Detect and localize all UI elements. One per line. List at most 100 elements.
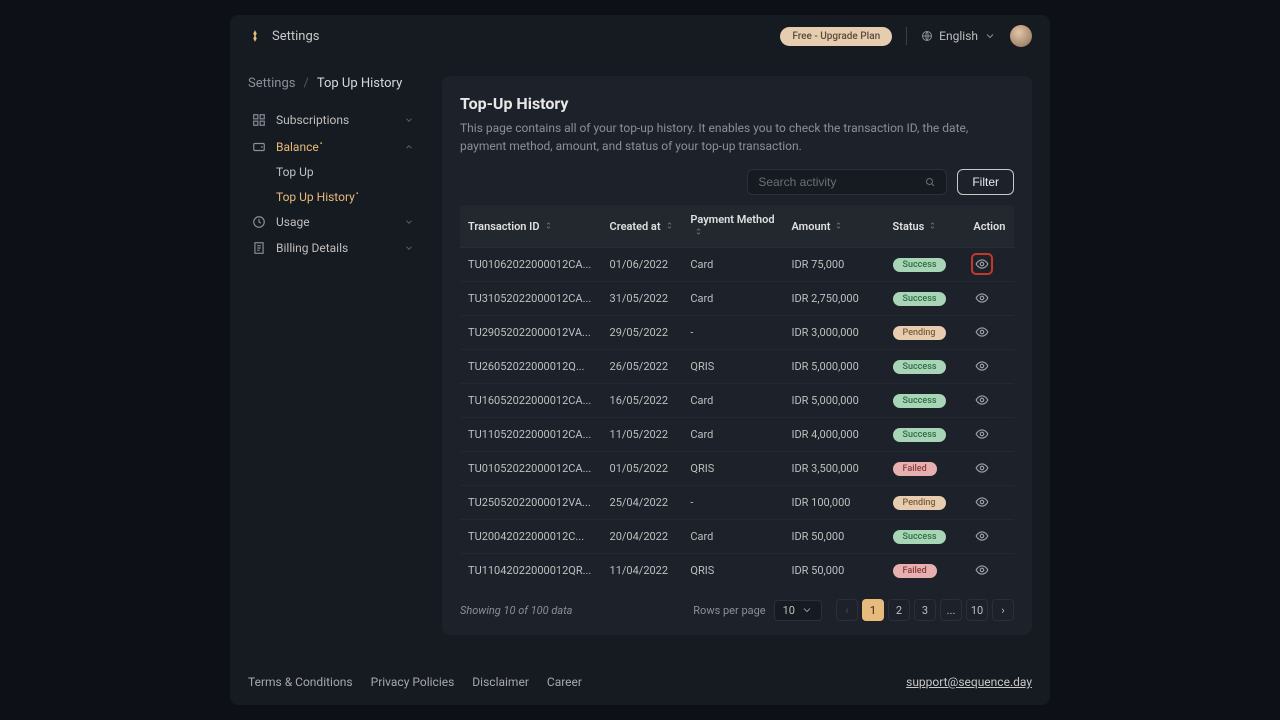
column-header-status[interactable]: Status	[885, 205, 966, 248]
breadcrumb-settings[interactable]: Settings	[248, 76, 295, 91]
page-next-button[interactable]: ›	[992, 599, 1014, 621]
table-toolbar: Filter	[460, 169, 1014, 195]
column-header-method[interactable]: Payment Method	[682, 205, 783, 248]
eye-icon	[975, 325, 989, 339]
table-row: TU01052022000012CA...01/05/2022QRISIDR 3…	[460, 452, 1014, 486]
cell-status: Failed	[885, 452, 966, 486]
main-content: Top-Up History This page contains all of…	[430, 58, 1050, 659]
avatar[interactable]	[1010, 25, 1032, 47]
view-details-button[interactable]	[973, 459, 991, 477]
cell-transaction-id: TU01062022000012CA...	[460, 248, 602, 282]
eye-icon	[975, 291, 989, 305]
sidebar-item-billing-details[interactable]: Billing Details	[248, 235, 418, 261]
cell-created-at: 26/05/2022	[602, 350, 683, 384]
cell-status: Success	[885, 350, 966, 384]
rows-per-page-selector[interactable]: 10	[774, 600, 822, 621]
cell-payment-method: Card	[682, 248, 783, 282]
page-button[interactable]: 1	[862, 599, 884, 621]
chevron-down-icon	[984, 30, 996, 42]
page-ellipsis: ...	[940, 599, 962, 621]
cell-payment-method: -	[682, 316, 783, 350]
chevron-down-icon	[801, 604, 813, 616]
eye-icon	[975, 393, 989, 407]
cell-amount: IDR 3,500,000	[783, 452, 884, 486]
footer-link[interactable]: Privacy Policies	[371, 675, 455, 689]
wallet-icon	[252, 140, 266, 154]
eye-icon	[975, 427, 989, 441]
cell-amount: IDR 5,000,000	[783, 384, 884, 418]
sidebar-item-topup[interactable]: Top Up	[272, 160, 418, 184]
page-subtitle: This page contains all of your top-up hi…	[460, 119, 980, 155]
sidebar-item-subscriptions[interactable]: Subscriptions	[248, 107, 418, 133]
column-header-amount[interactable]: Amount	[783, 205, 884, 248]
footer-link[interactable]: Disclaimer	[472, 675, 529, 689]
page-button[interactable]: 10	[966, 599, 988, 621]
sidebar-item-balance[interactable]: Balance•	[248, 133, 418, 160]
filter-button[interactable]: Filter	[957, 169, 1014, 195]
page-button[interactable]: 2	[888, 599, 910, 621]
search-input-wrapper[interactable]	[747, 169, 947, 195]
sidebar-item-usage[interactable]: Usage	[248, 209, 418, 235]
table-row: TU20042022000012C...20/04/2022CardIDR 50…	[460, 520, 1014, 554]
cell-status: Success	[885, 248, 966, 282]
app-window: Settings Free - Upgrade Plan English Set…	[230, 15, 1050, 705]
view-details-button[interactable]	[973, 527, 991, 545]
topbar: Settings Free - Upgrade Plan English	[230, 15, 1050, 58]
sidebar-item-label: Billing Details	[276, 241, 348, 255]
page-button[interactable]: 3	[914, 599, 936, 621]
page-prev-button[interactable]: ‹	[836, 599, 858, 621]
footer-link[interactable]: Career	[547, 675, 582, 689]
cell-transaction-id: TU31052022000012CA...	[460, 282, 602, 316]
cell-payment-method: QRIS	[682, 350, 783, 384]
cell-payment-method: Card	[682, 282, 783, 316]
language-selector[interactable]: English	[921, 29, 996, 43]
divider	[906, 27, 907, 45]
cell-amount: IDR 50,000	[783, 520, 884, 554]
view-details-button[interactable]	[973, 391, 991, 409]
sidebar-item-label: Top Up	[276, 165, 314, 179]
table-row: TU31052022000012CA...31/05/2022CardIDR 2…	[460, 282, 1014, 316]
page-title: Top-Up History	[460, 94, 1014, 113]
table-footer: Showing 10 of 100 data Rows per page 10 …	[460, 587, 1014, 621]
status-badge: Failed	[893, 462, 937, 476]
cell-payment-method: QRIS	[682, 452, 783, 486]
cell-action	[965, 418, 1014, 452]
cell-payment-method: Card	[682, 418, 783, 452]
view-details-button[interactable]	[973, 289, 991, 307]
support-email-link[interactable]: support@sequence.day	[906, 675, 1032, 689]
sidebar-item-topup-history[interactable]: Top Up History•	[272, 184, 418, 209]
view-details-button[interactable]	[973, 561, 991, 579]
cell-created-at: 31/05/2022	[602, 282, 683, 316]
cell-action	[965, 384, 1014, 418]
view-details-button[interactable]	[973, 425, 991, 443]
eye-icon	[975, 257, 989, 271]
cell-amount: IDR 3,000,000	[783, 316, 884, 350]
search-input[interactable]	[758, 175, 924, 189]
upgrade-plan-button[interactable]: Free - Upgrade Plan	[780, 27, 892, 46]
cell-action	[965, 248, 1014, 282]
cell-payment-method: Card	[682, 520, 783, 554]
view-details-button[interactable]	[973, 255, 991, 273]
cell-created-at: 01/06/2022	[602, 248, 683, 282]
cell-transaction-id: TU20042022000012C...	[460, 520, 602, 554]
showing-count: Showing 10 of 100 data	[460, 604, 693, 617]
topup-history-table: Transaction ID Created at Payment Method…	[460, 205, 1014, 587]
footer-link[interactable]: Terms & Conditions	[248, 675, 353, 689]
table-row: TU11052022000012CA...11/05/2022CardIDR 4…	[460, 418, 1014, 452]
status-badge: Pending	[893, 326, 946, 340]
sort-icon	[834, 221, 843, 230]
status-badge: Success	[893, 360, 947, 374]
view-details-button[interactable]	[973, 493, 991, 511]
view-details-button[interactable]	[973, 357, 991, 375]
column-header-created[interactable]: Created at	[602, 205, 683, 248]
cell-transaction-id: TU29052022000012VA...	[460, 316, 602, 350]
sidebar-item-label: Top Up History•	[276, 189, 359, 204]
cell-amount: IDR 5,000,000	[783, 350, 884, 384]
table-row: TU16052022000012CA...16/05/2022CardIDR 5…	[460, 384, 1014, 418]
rows-per-page-value: 10	[783, 604, 795, 617]
column-header-id[interactable]: Transaction ID	[460, 205, 602, 248]
topbar-title: Settings	[272, 29, 319, 44]
cell-transaction-id: TU11052022000012CA...	[460, 418, 602, 452]
view-details-button[interactable]	[973, 323, 991, 341]
footer: Terms & Conditions Privacy Policies Discla…	[230, 659, 1050, 705]
